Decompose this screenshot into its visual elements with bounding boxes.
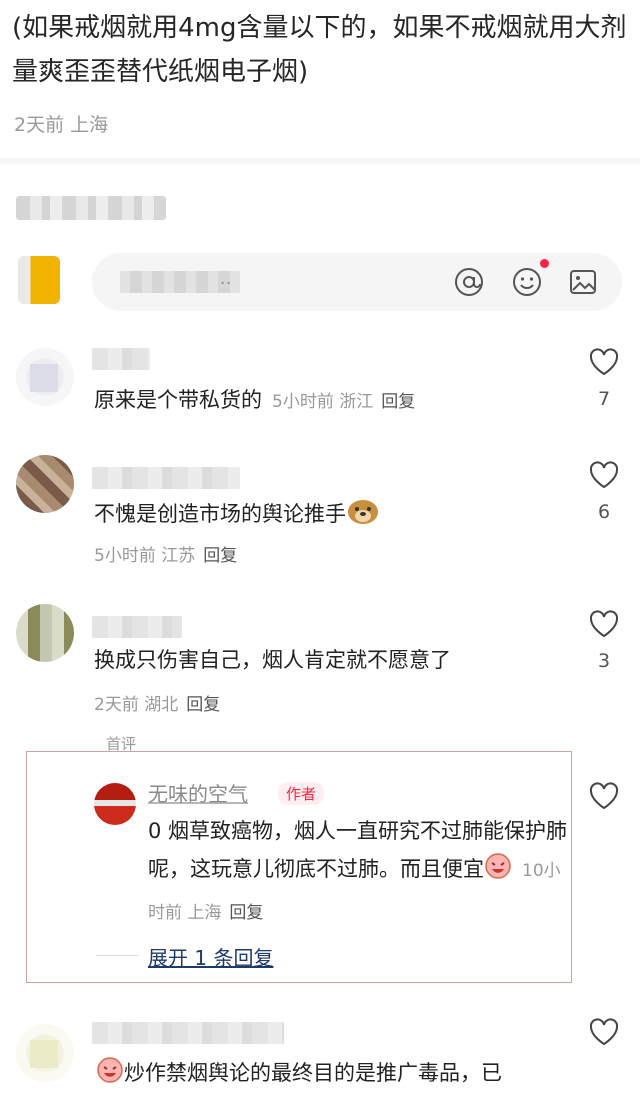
heart-icon[interactable] (586, 1018, 622, 1050)
comment-text: 炒作禁烟舆论的最终目的是推广毒品，已 (96, 1056, 502, 1091)
heart-icon[interactable] (586, 782, 622, 814)
avatar (16, 348, 74, 406)
divider (0, 158, 640, 164)
reply-button[interactable]: 回复 (203, 546, 237, 566)
comment-text: 不愧是创造市场的舆论推手 (94, 497, 380, 532)
avatar (16, 455, 74, 513)
username-blurred (92, 467, 240, 489)
like-count: 3 (597, 650, 611, 672)
laugh-emoji-icon (96, 1056, 124, 1091)
emoji-icon[interactable] (510, 265, 544, 299)
username-blurred (92, 1022, 284, 1044)
heart-icon[interactable] (586, 610, 622, 642)
comment-composer[interactable]: .. (92, 253, 622, 311)
at-icon[interactable] (452, 265, 486, 299)
reply-button[interactable]: 回复 (229, 903, 263, 923)
author-tag: 作者 (278, 782, 325, 805)
post-meta: 2天前 上海 (14, 114, 109, 136)
like-count: 7 (597, 388, 611, 410)
heart-icon[interactable] (586, 348, 622, 380)
avatar (18, 256, 60, 304)
avatar (16, 604, 74, 662)
avatar (16, 1024, 74, 1082)
laugh-emoji-icon (484, 852, 512, 892)
composer-placeholder: .. (220, 269, 233, 288)
heart-icon[interactable] (586, 461, 622, 493)
comment-meta: 5小时前 江苏 回复 (94, 546, 238, 566)
reply-text: 0 烟草致癌物，烟人一直研究不过肺能保护肺呢，这玩意儿彻底不过肺。而且便宜 10小… (148, 819, 568, 923)
comment-text: 换成只伤害自己，烟人肯定就不愿意了 (94, 648, 451, 672)
username-blurred (92, 616, 182, 638)
notification-dot (540, 259, 549, 268)
expand-replies-link[interactable]: 展开 1 条回复 (148, 942, 273, 971)
comment-count-blurred (16, 196, 166, 220)
image-icon[interactable] (566, 265, 600, 299)
author-name[interactable]: 无味的空气 (148, 778, 248, 807)
post-tail: (如果戒烟就用4mg含量以下的，如果不戒烟就用大剂量爽歪歪替代纸烟电子烟) 2天… (0, 0, 640, 160)
post-text: (如果戒烟就用4mg含量以下的，如果不戒烟就用大剂量爽歪歪替代纸烟电子烟) (12, 13, 627, 87)
username-blurred (92, 348, 150, 370)
comment-text: 原来是个带私货的 5小时前 浙江 回复 (94, 388, 416, 412)
reply-button[interactable]: 回复 (186, 695, 220, 715)
comment-meta: 2天前 湖北 回复 (94, 695, 221, 715)
avatar (94, 783, 136, 825)
reply-button[interactable]: 回复 (381, 392, 415, 412)
like-count: 6 (597, 501, 611, 523)
comment-meta: 5小时前 浙江 回复 (272, 392, 416, 412)
expand-divider (96, 955, 138, 956)
doge-emoji-icon (346, 497, 380, 532)
